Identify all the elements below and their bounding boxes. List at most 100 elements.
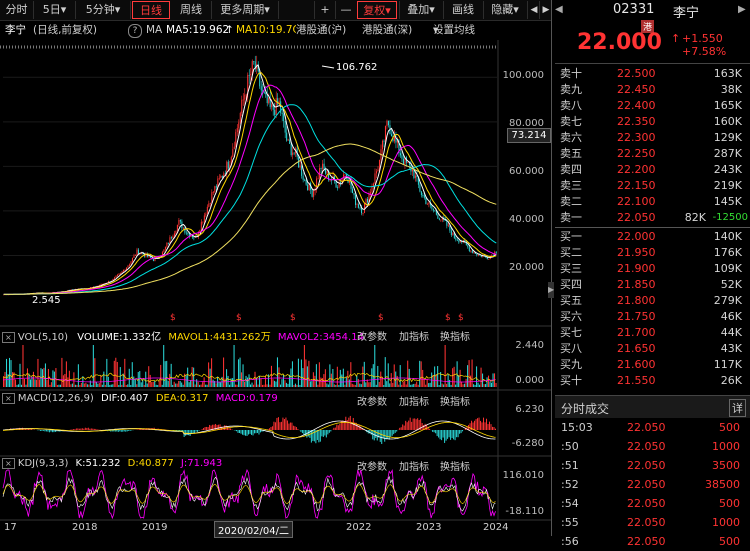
kdj-edit-params-button[interactable]: 改参数 xyxy=(357,458,387,473)
candle-body xyxy=(203,215,205,222)
candle-body xyxy=(361,208,363,214)
candle-body xyxy=(419,184,421,192)
level-price: 22.400 xyxy=(617,99,656,112)
volume-bar xyxy=(245,375,247,387)
candle-body xyxy=(491,254,493,256)
volume-bar xyxy=(97,383,99,387)
event-marker-icon: $ xyxy=(445,313,451,323)
order-book-row[interactable]: 买六 21.750 46K xyxy=(555,309,750,325)
level-label: 卖三 xyxy=(560,179,582,192)
close-panel-icon[interactable]: × xyxy=(2,332,15,343)
volume-bar xyxy=(347,370,349,387)
candle-body xyxy=(375,171,378,174)
level-volume: 109K xyxy=(713,262,742,275)
level-volume: 145K xyxy=(713,195,742,208)
order-book-row[interactable]: 买七 21.700 44K xyxy=(555,325,750,341)
volume-bar xyxy=(419,360,421,387)
order-book-row[interactable]: 卖二 22.100 145K xyxy=(555,194,750,210)
candle-body xyxy=(184,227,186,233)
volume-bar xyxy=(70,384,72,387)
candle-body xyxy=(136,249,138,255)
prev-stock-icon[interactable]: ◀ xyxy=(555,0,565,20)
level-volume: 43K xyxy=(720,342,742,355)
level-price: 22.500 xyxy=(617,67,656,80)
level-label: 买十 xyxy=(560,374,582,387)
tick-time: 15:03 xyxy=(561,421,593,434)
level-volume: 163K xyxy=(713,67,742,80)
volume-bar xyxy=(80,382,82,387)
volume-bar xyxy=(128,368,130,387)
tick-time: :56 xyxy=(561,535,579,548)
volume-bar xyxy=(495,383,497,387)
order-book-row[interactable]: 买九 21.600 117K xyxy=(555,357,750,373)
order-book-row[interactable]: 买五 21.800 279K xyxy=(555,293,750,309)
tick-row: :50 22.050 1000 xyxy=(555,437,750,456)
order-book-row[interactable]: 卖六 22.300 129K xyxy=(555,130,750,146)
candle-body xyxy=(166,242,168,247)
vol-switch-indicator-button[interactable]: 换指标 xyxy=(440,328,470,343)
ticks-detail-button[interactable]: 详 xyxy=(729,399,746,417)
order-book-row[interactable]: 买十 21.550 26K xyxy=(555,373,750,389)
candle-body xyxy=(438,218,440,220)
order-book-row[interactable]: 买四 21.850 52K xyxy=(555,277,750,293)
order-book-row[interactable]: 卖一 22.050 82K -12500 xyxy=(555,210,750,226)
kdj-add-indicator-button[interactable]: 加指标 xyxy=(399,458,429,473)
candle-body xyxy=(233,146,235,150)
close-panel-icon[interactable]: × xyxy=(2,458,15,469)
tick-price: 22.050 xyxy=(627,421,666,434)
order-book-row[interactable]: 卖七 22.350 160K xyxy=(555,114,750,130)
order-book-row[interactable]: 卖五 22.250 287K xyxy=(555,146,750,162)
volume-bar xyxy=(404,380,406,387)
order-book-row[interactable]: 卖十 22.500 163K xyxy=(555,66,750,82)
volume-bar xyxy=(197,381,199,387)
tick-volume: 38500 xyxy=(705,478,740,491)
next-stock-icon[interactable]: ▶ xyxy=(738,0,748,20)
macd-add-indicator-button[interactable]: 加指标 xyxy=(399,393,429,408)
candle-body xyxy=(383,140,385,142)
vol-edit-params-button[interactable]: 改参数 xyxy=(357,328,387,343)
volume-bar xyxy=(118,384,120,387)
volume-bar xyxy=(414,383,416,387)
volume-bar xyxy=(163,345,165,387)
candle-body xyxy=(390,134,392,137)
candle-body xyxy=(170,237,172,239)
date-label: 2019 xyxy=(142,522,168,533)
kdj-switch-indicator-button[interactable]: 换指标 xyxy=(440,458,470,473)
candle-body xyxy=(344,174,346,176)
order-book-row[interactable]: 买三 21.900 109K xyxy=(555,261,750,277)
vol-panel-header: × VOL(5,10) VOLUME:1.332亿 MAVOL1:4431.26… xyxy=(2,328,364,343)
order-book-row[interactable]: 买一 22.000 140K xyxy=(555,229,750,245)
order-book-row[interactable]: 买二 21.950 176K xyxy=(555,245,750,261)
order-book-row[interactable]: 卖八 22.400 165K xyxy=(555,98,750,114)
volume-bar xyxy=(23,378,26,387)
candle-body xyxy=(164,246,166,250)
volume-bar xyxy=(38,379,40,387)
volume-bar xyxy=(332,368,334,387)
volume-bar xyxy=(450,384,452,387)
macd-edit-params-button[interactable]: 改参数 xyxy=(357,393,387,408)
volume-bar xyxy=(293,384,295,387)
vol-add-indicator-button[interactable]: 加指标 xyxy=(399,328,429,343)
tick-volume: 1000 xyxy=(712,516,740,529)
candle-body xyxy=(118,273,120,275)
order-book-row[interactable]: 卖四 22.200 243K xyxy=(555,162,750,178)
candle-body xyxy=(119,272,122,274)
volume-bar xyxy=(95,381,97,387)
tick-volume: 1000 xyxy=(712,440,740,453)
volume-bar xyxy=(486,377,488,387)
order-book-row[interactable]: 买八 21.650 43K xyxy=(555,341,750,357)
macd-switch-indicator-button[interactable]: 换指标 xyxy=(440,393,470,408)
order-book-row[interactable]: 卖九 22.450 38K xyxy=(555,82,750,98)
volume-bar xyxy=(300,359,302,387)
volume-bar xyxy=(455,384,457,387)
chart-canvas[interactable]: $ $ $ $ $ $ xyxy=(0,0,552,536)
candle-body xyxy=(253,61,255,62)
collapse-panel-handle[interactable]: ▶ xyxy=(548,282,554,298)
dif-line xyxy=(2,420,496,440)
close-panel-icon[interactable]: × xyxy=(2,393,15,404)
candle-body xyxy=(137,249,139,254)
candle-body xyxy=(305,180,307,185)
kdj-panel-header: × KDJ(9,3,3) K:51.232 D:40.877 J:71.943 xyxy=(2,458,222,469)
order-book-row[interactable]: 卖三 22.150 219K xyxy=(555,178,750,194)
candle-body xyxy=(124,269,126,271)
